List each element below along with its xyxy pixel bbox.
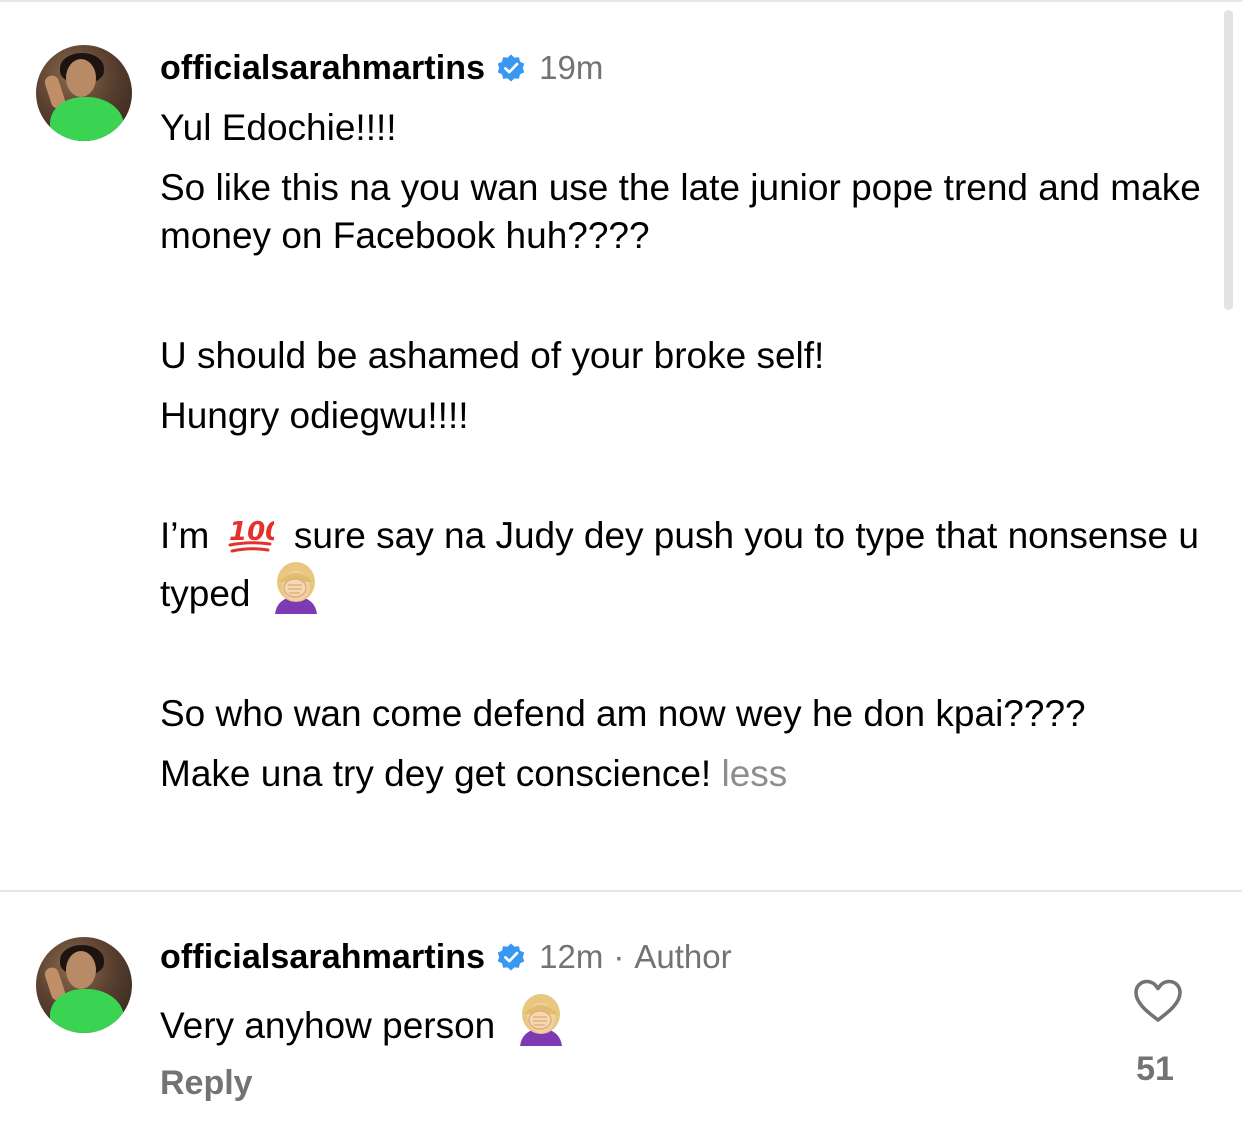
- like-count: 51: [1136, 1050, 1174, 1088]
- comments-page: officialsarahmartins 19m Yul Edochie!!!!…: [0, 0, 1242, 1132]
- woman-facepalming-emoji: [519, 994, 562, 1046]
- verified-badge-icon: [497, 54, 525, 82]
- comment-text: Yul Edochie!!!! So like this na you wan …: [160, 104, 1210, 798]
- comment-text: Very anyhow person: [160, 992, 1210, 1050]
- username[interactable]: officialsarahmartins: [160, 49, 485, 88]
- comment-line: Hungry odiegwu!!!!: [160, 395, 469, 436]
- avatar[interactable]: [36, 937, 132, 1033]
- username[interactable]: officialsarahmartins: [160, 938, 485, 977]
- comment-line: Make una try dey get conscience! less: [160, 750, 1210, 798]
- avatar-figure-dress: [50, 989, 124, 1033]
- comment-timestamp: 19m: [539, 49, 604, 86]
- comment-line: Very anyhow person: [160, 992, 1210, 1050]
- comment-line: I’m 100 sure say na Judy dey push you to…: [160, 512, 1210, 618]
- comment-line: U should be ashamed of your broke self!: [160, 335, 825, 376]
- avatar-figure-head: [66, 59, 96, 97]
- avatar-figure-head: [66, 951, 96, 989]
- top-divider: [0, 0, 1242, 2]
- hundred-points-emoji: 100: [228, 517, 274, 553]
- comment-timestamp: 12m: [539, 938, 604, 975]
- author-label: Author: [634, 938, 732, 975]
- scrollbar[interactable]: [1224, 10, 1233, 310]
- comment-line: Yul Edochie!!!!: [160, 107, 397, 148]
- meta-separator: ·: [613, 938, 625, 975]
- comment-line-part: I’m: [160, 515, 210, 556]
- avatar-figure-dress: [50, 97, 124, 141]
- comment-header: officialsarahmartins 12m · Author: [160, 935, 732, 979]
- avatar[interactable]: [36, 45, 132, 141]
- reply-button[interactable]: Reply: [160, 1064, 253, 1103]
- comment-line: So who wan come defend am now wey he don…: [160, 693, 1086, 734]
- less-button[interactable]: less: [721, 753, 787, 794]
- comment-divider: [0, 890, 1242, 892]
- woman-facepalming-emoji: [274, 562, 317, 614]
- comment-line: So like this na you wan use the late jun…: [160, 167, 1201, 256]
- verified-badge-icon: [497, 943, 525, 971]
- comment-line-part: Very anyhow person: [160, 1005, 496, 1046]
- heart-outline-icon[interactable]: [1132, 978, 1184, 1024]
- comment-line-part: Make una try dey get conscience!: [160, 753, 712, 794]
- comment-header: officialsarahmartins 19m: [160, 46, 603, 90]
